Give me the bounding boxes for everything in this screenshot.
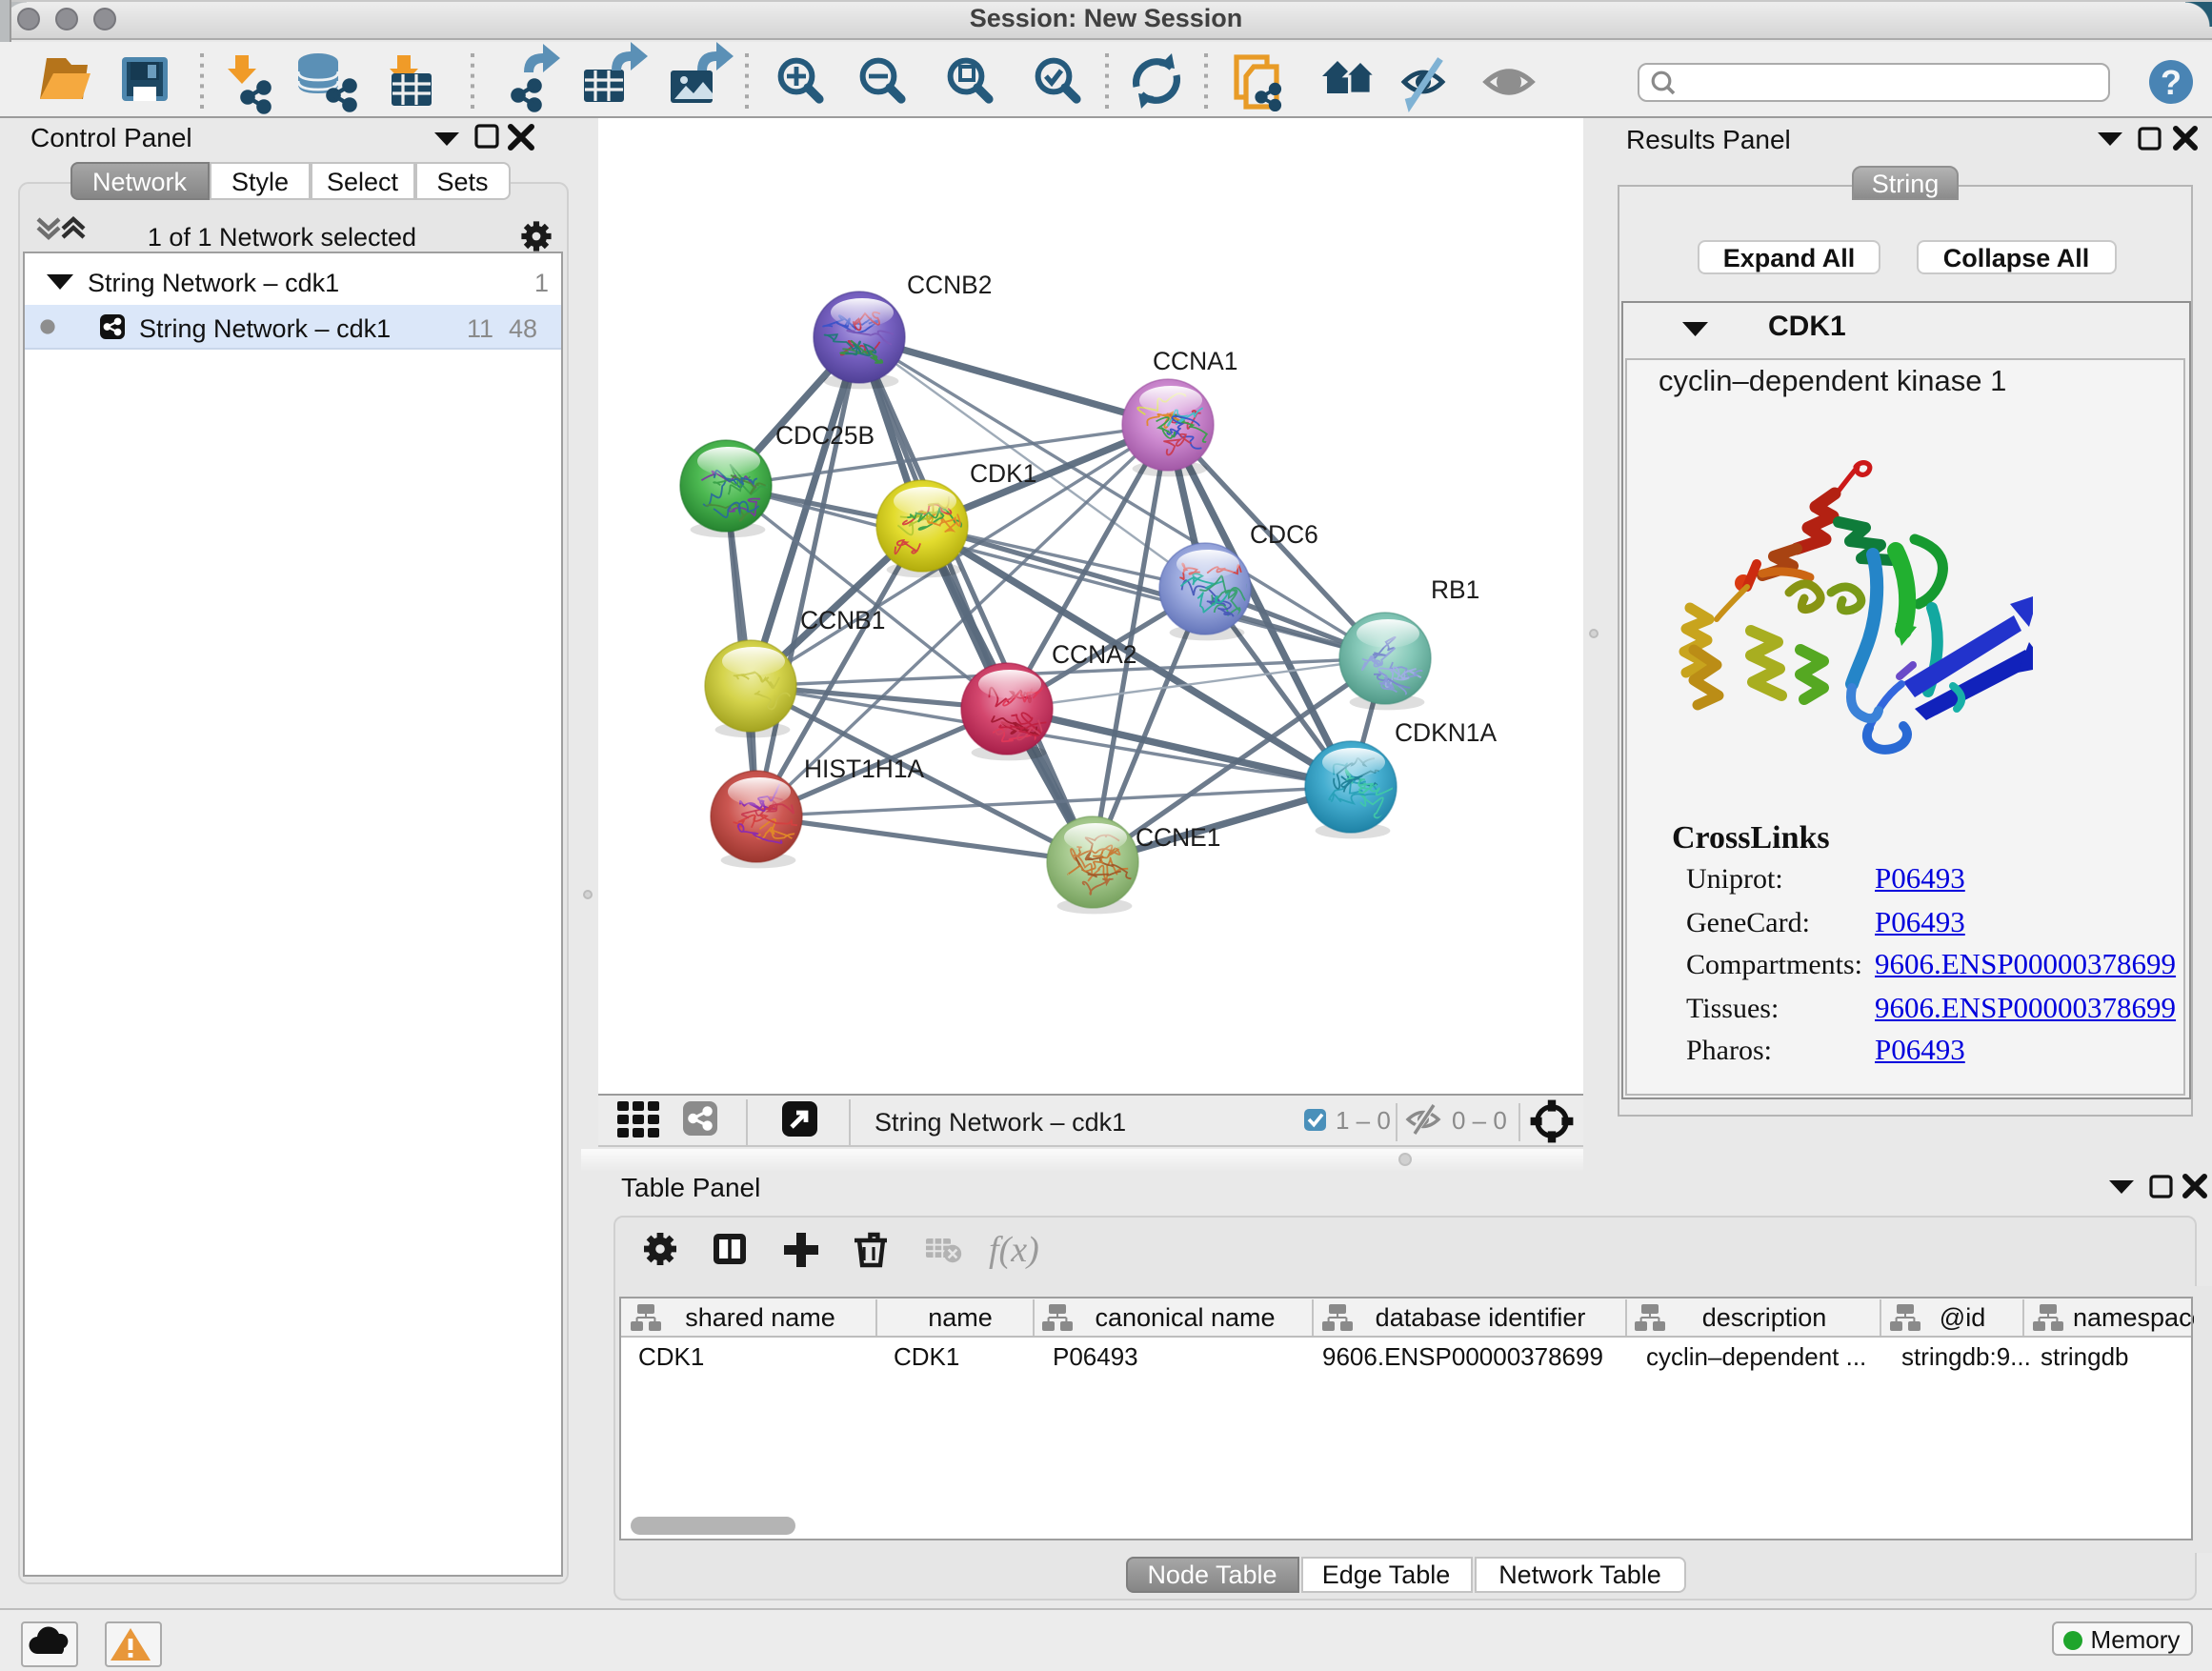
svg-text:CDKN1A: CDKN1A: [1395, 718, 1497, 747]
svg-text:CCNA2: CCNA2: [1052, 640, 1136, 669]
svg-text:description: description: [1702, 1303, 1827, 1332]
svg-text:@id: @id: [1940, 1303, 1985, 1332]
svg-text:f(x): f(x): [989, 1230, 1039, 1270]
svg-text:CCNE1: CCNE1: [1136, 823, 1220, 852]
svg-text:shared name: shared name: [685, 1303, 835, 1332]
svg-text:CDC25B: CDC25B: [775, 421, 875, 450]
svg-text:stringdb: stringdb: [2041, 1342, 2129, 1371]
svg-text:?: ?: [2161, 63, 2182, 102]
svg-text:CCNB2: CCNB2: [907, 271, 992, 299]
svg-text:CDC6: CDC6: [1250, 520, 1318, 549]
svg-text:CCNB1: CCNB1: [800, 606, 885, 634]
svg-text:CDK1: CDK1: [638, 1342, 704, 1371]
svg-text:HIST1H1A: HIST1H1A: [804, 755, 925, 783]
svg-text:CCNA1: CCNA1: [1153, 347, 1237, 375]
svg-text:1 – 0: 1 – 0: [1336, 1106, 1391, 1135]
svg-text:database identifier: database identifier: [1376, 1303, 1586, 1332]
svg-text:P06493: P06493: [1053, 1342, 1138, 1371]
svg-text:CDK1: CDK1: [894, 1342, 959, 1371]
svg-text:RB1: RB1: [1431, 575, 1479, 604]
svg-text:CDK1: CDK1: [970, 459, 1036, 488]
svg-text:String Network – cdk1: String Network – cdk1: [875, 1108, 1126, 1137]
svg-text:0 – 0: 0 – 0: [1452, 1106, 1507, 1135]
svg-text:cyclin–dependent ...: cyclin–dependent ...: [1646, 1342, 1866, 1371]
svg-text:stringdb:9...: stringdb:9...: [1901, 1342, 2031, 1371]
svg-text:canonical name: canonical name: [1095, 1303, 1275, 1332]
svg-text:9606.ENSP00000378699: 9606.ENSP00000378699: [1322, 1342, 1603, 1371]
svg-text:namespace: namespace: [2073, 1303, 2206, 1332]
svg-text:name: name: [928, 1303, 993, 1332]
